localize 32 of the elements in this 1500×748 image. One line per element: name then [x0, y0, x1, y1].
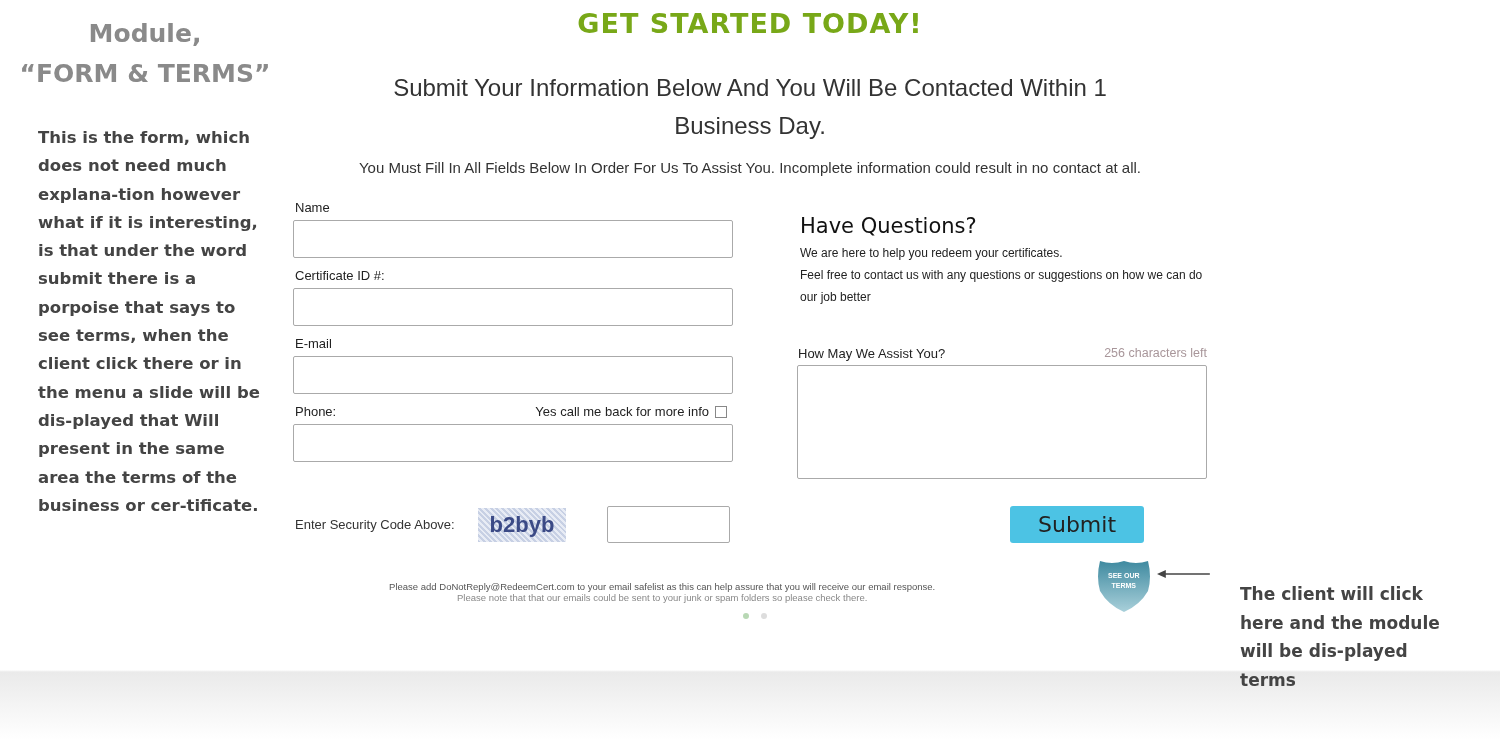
annotation-note: This is the form, which does not need much explana-tion however what if it is interesting, is that under the word submit there is a porpoise that says to see terms, when the client click there or in the menu a slide will be dis-played that Will present in the same area the terms of the business or cer-tificate. — [38, 127, 260, 517]
annotation-title: Module, — [88, 18, 202, 50]
page-heading: GET STARTED TODAY! — [577, 8, 923, 39]
field-label: How May We Assist You? — [798, 346, 946, 361]
character-counter: 256 characters left — [1104, 346, 1207, 361]
subheading: Submit Your Information Below And You Will Be Contacted Within 1 Business Day. — [392, 73, 1108, 141]
questions-title: Have Questions? — [800, 214, 978, 238]
field-label: Enter Security Code Above: — [295, 517, 456, 532]
carousel-dot[interactable] — [743, 613, 749, 619]
input-field[interactable] — [607, 506, 730, 543]
input-field[interactable] — [293, 220, 733, 258]
field-label: Name — [295, 200, 330, 215]
carousel-dot[interactable] — [761, 613, 767, 619]
checkbox[interactable] — [715, 405, 727, 418]
input-field[interactable] — [293, 288, 733, 326]
message-field[interactable] — [797, 365, 1207, 479]
field-label: E-mail — [295, 336, 332, 351]
captcha-image: b2byb — [478, 507, 566, 542]
footer-note: Please add DoNotReply@RedeemCert.com to your email safelist as this can help assure that you will receive our email response. — [389, 581, 936, 592]
questions-text: We are here to help you redeem your certificates. — [800, 245, 1064, 262]
submit-button[interactable]: Submit — [1010, 506, 1144, 543]
field-label: Certificate ID #: — [295, 268, 385, 283]
input-field[interactable] — [293, 356, 733, 394]
checkbox-label: Yes call me back for more info — [535, 404, 709, 419]
footer-note: Please note that that our emails could be sent to your junk or spam folders so please check there. — [457, 592, 868, 603]
questions-text: Feel free to contact us with any questions or suggestions on how we can do our job better — [800, 267, 1204, 306]
arrow-icon — [1157, 569, 1210, 579]
field-label: Phone: — [295, 404, 337, 419]
input-field[interactable] — [293, 424, 733, 462]
annotation-note: The client will click here and the module will be dis-played terms — [1240, 583, 1441, 692]
annotation-title: “FORM & TERMS” — [19, 58, 271, 90]
instruction-text: You Must Fill In All Fields Below In Order For Us To Assist You. Incomplete information could result in no contact at all. — [357, 159, 1142, 176]
